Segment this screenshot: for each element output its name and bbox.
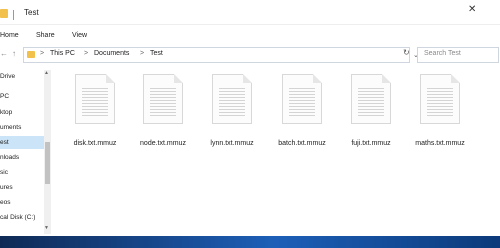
refresh-icon[interactable]: ↻ [403, 48, 410, 57]
title-separator [13, 10, 14, 20]
ribbon-tabs: Home Share View [0, 28, 500, 44]
sidebar-item-downloads[interactable]: nloads [0, 151, 44, 164]
file-name: maths.txt.mmuz [415, 140, 465, 147]
file-item[interactable]: lynn.txt.mmuz [197, 72, 267, 152]
scroll-thumb[interactable] [45, 142, 50, 184]
tab-share[interactable]: Share [36, 32, 55, 39]
address-row: ← ↑ > This PC > Documents > Test ⌄ ↻ Sea… [0, 46, 500, 64]
text-document-icon [282, 74, 322, 124]
sidebar-item-desktop[interactable]: ktop [0, 106, 44, 119]
folder-icon [0, 9, 8, 18]
file-name: node.txt.mmuz [140, 140, 186, 147]
address-bar[interactable]: > This PC > Documents > Test ⌄ [23, 47, 419, 63]
text-document-icon [143, 74, 183, 124]
close-icon[interactable]: ✕ [468, 4, 476, 15]
file-name: batch.txt.mmuz [278, 140, 326, 147]
back-arrow-icon[interactable]: ← [0, 49, 8, 58]
file-list: disk.txt.mmuz node.txt.mmuz lynn.txt.mmu… [55, 64, 500, 236]
sidebar-item-documents[interactable]: uments [0, 121, 44, 134]
tab-view[interactable]: View [72, 32, 87, 39]
file-item[interactable]: fuji.txt.mmuz [336, 72, 406, 152]
sidebar-item-test[interactable]: est [0, 136, 44, 149]
chevron-right-icon: > [40, 50, 45, 57]
sidebar-item-pictures[interactable]: ures [0, 181, 44, 194]
text-document-icon [351, 74, 391, 124]
text-document-icon [420, 74, 460, 124]
breadcrumb-documents[interactable]: Documents [94, 50, 129, 57]
file-item[interactable]: maths.txt.mmuz [405, 72, 475, 152]
file-name: fuji.txt.mmuz [351, 140, 391, 147]
search-input[interactable]: Search Test [417, 47, 499, 63]
up-arrow-icon[interactable]: ↑ [12, 49, 16, 58]
sidebar-item-videos[interactable]: eos [0, 196, 44, 209]
title-bar: Test ✕ [0, 0, 500, 25]
text-document-icon [75, 74, 115, 124]
tab-home[interactable]: Home [0, 32, 19, 39]
sidebar-item-music[interactable]: sic [0, 166, 44, 179]
search-placeholder: Search Test [424, 50, 461, 57]
scroll-up-icon[interactable]: ▲ [44, 70, 49, 76]
sidebar-scrollbar[interactable]: ▲ ▼ [44, 70, 51, 234]
file-item[interactable]: node.txt.mmuz [128, 72, 198, 152]
text-document-icon [212, 74, 252, 124]
breadcrumb-test[interactable]: Test [150, 50, 163, 57]
chevron-right-icon: > [140, 50, 145, 57]
sidebar-item-drive[interactable]: Drive [0, 70, 44, 83]
file-item[interactable]: batch.txt.mmuz [267, 72, 337, 152]
file-name: disk.txt.mmuz [73, 140, 117, 147]
chevron-right-icon: > [84, 50, 89, 57]
sidebar-item-local-disk[interactable]: cal Disk (C:) [0, 211, 44, 224]
taskbar [0, 236, 500, 248]
scroll-down-icon[interactable]: ▼ [44, 225, 49, 231]
breadcrumb-this-pc[interactable]: This PC [50, 50, 75, 57]
file-item[interactable]: disk.txt.mmuz [60, 72, 130, 152]
folder-icon [27, 51, 35, 58]
window-title: Test [24, 8, 39, 17]
file-name: lynn.txt.mmuz [210, 140, 254, 147]
sidebar-item-this-pc[interactable]: PC [0, 90, 44, 103]
